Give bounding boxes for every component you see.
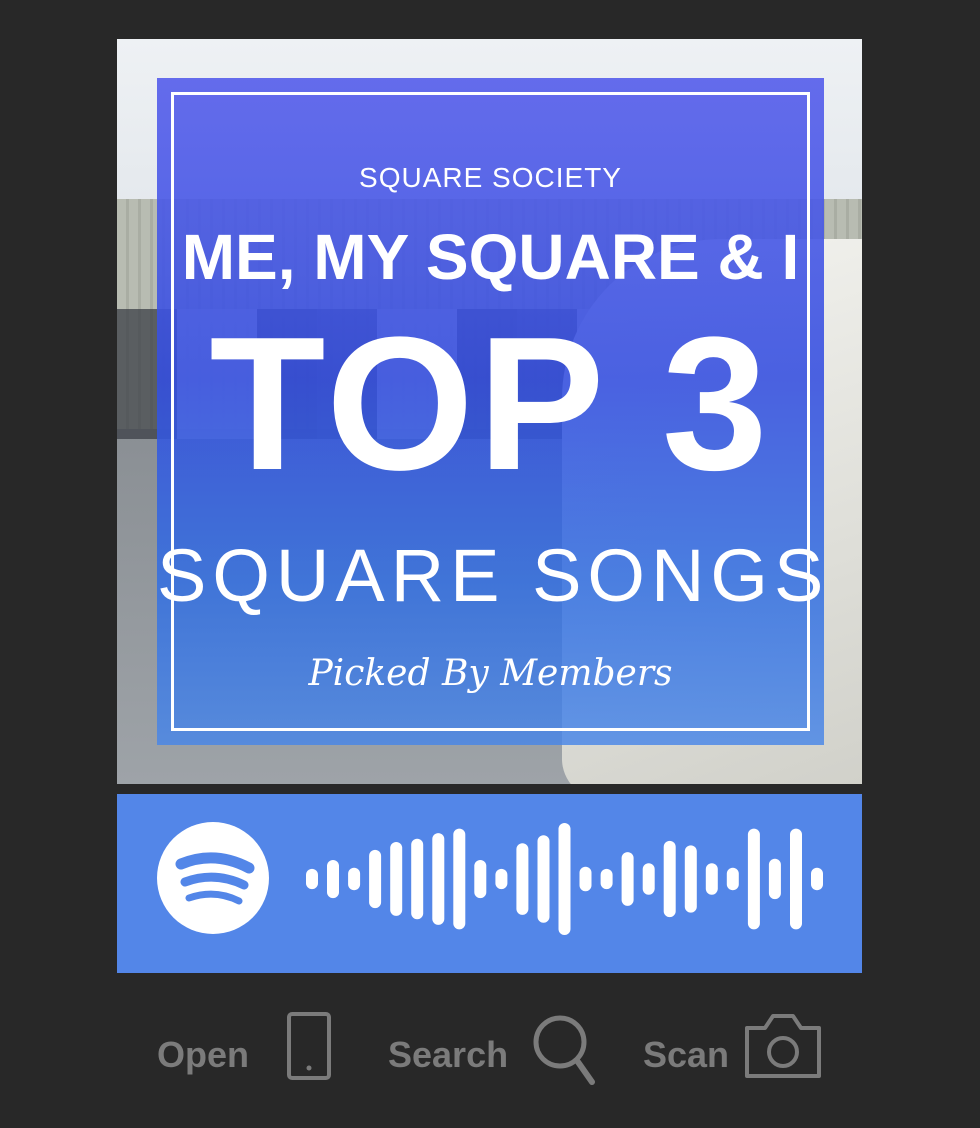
camera-icon (745, 1014, 821, 1078)
code-bar (474, 860, 487, 899)
code-bar (663, 840, 676, 918)
cover-headline: TOP 3 (209, 298, 772, 510)
search-action[interactable]: Search (388, 1010, 603, 1090)
code-bar (516, 843, 529, 915)
scan-label: Scan (643, 1034, 730, 1075)
code-bar (327, 860, 339, 899)
code-bar (790, 828, 802, 930)
code-bar (705, 863, 718, 895)
code-bar (642, 863, 655, 895)
cover-subtitle: ME, MY SQUARE & I (181, 221, 800, 293)
code-bar (369, 849, 382, 909)
code-bar (453, 828, 466, 930)
album-cover: SQUARE SOCIETY ME, MY SQUARE & I TOP 3 S… (117, 39, 862, 784)
code-bar (747, 828, 760, 930)
code-bar (495, 868, 508, 890)
search-icon (533, 1015, 595, 1085)
code-bar (811, 867, 823, 891)
code-bar (579, 866, 592, 892)
code-bar (558, 823, 571, 935)
code-bar (768, 858, 781, 900)
spotify-code[interactable] (117, 794, 862, 973)
cover-credit: Picked By Members (308, 653, 673, 694)
search-label: Search (388, 1034, 509, 1075)
phone-icon (287, 1012, 331, 1080)
action-bar: Open Search Scan (0, 1010, 980, 1100)
code-bars (306, 823, 823, 935)
code-bar (726, 867, 739, 891)
cover-tagline: SQUARE SONGS (157, 534, 830, 617)
code-bar (306, 868, 318, 890)
open-action[interactable]: Open (157, 1010, 337, 1090)
code-bar (621, 852, 634, 906)
scan-action[interactable]: Scan (643, 1010, 823, 1090)
code-bar (684, 845, 697, 913)
code-bar (411, 838, 424, 920)
code-bar (432, 833, 445, 925)
code-bar (348, 867, 361, 891)
title-overlay: SQUARE SOCIETY ME, MY SQUARE & I TOP 3 S… (157, 78, 824, 745)
code-bar (537, 835, 550, 923)
open-label: Open (157, 1034, 250, 1075)
code-bar (390, 842, 403, 916)
code-bar (600, 868, 613, 890)
society-name: SQUARE SOCIETY (359, 162, 622, 193)
